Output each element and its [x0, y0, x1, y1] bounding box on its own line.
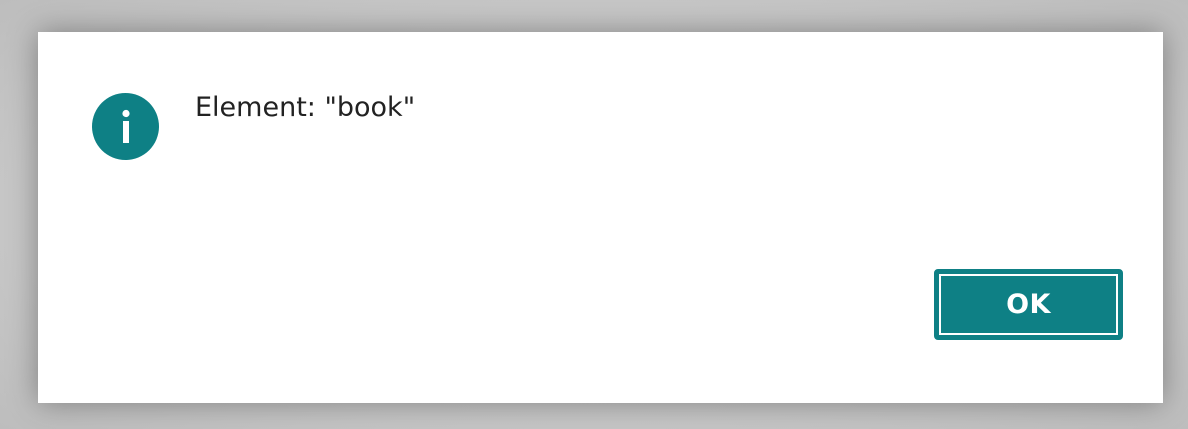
message-dialog: Element: "book" OK [38, 32, 1163, 403]
info-icon [92, 93, 159, 160]
ok-button-label: OK [939, 274, 1118, 335]
dialog-message: Element: "book" [195, 92, 416, 123]
ok-button[interactable]: OK [934, 269, 1123, 340]
info-glyph [121, 109, 130, 143]
